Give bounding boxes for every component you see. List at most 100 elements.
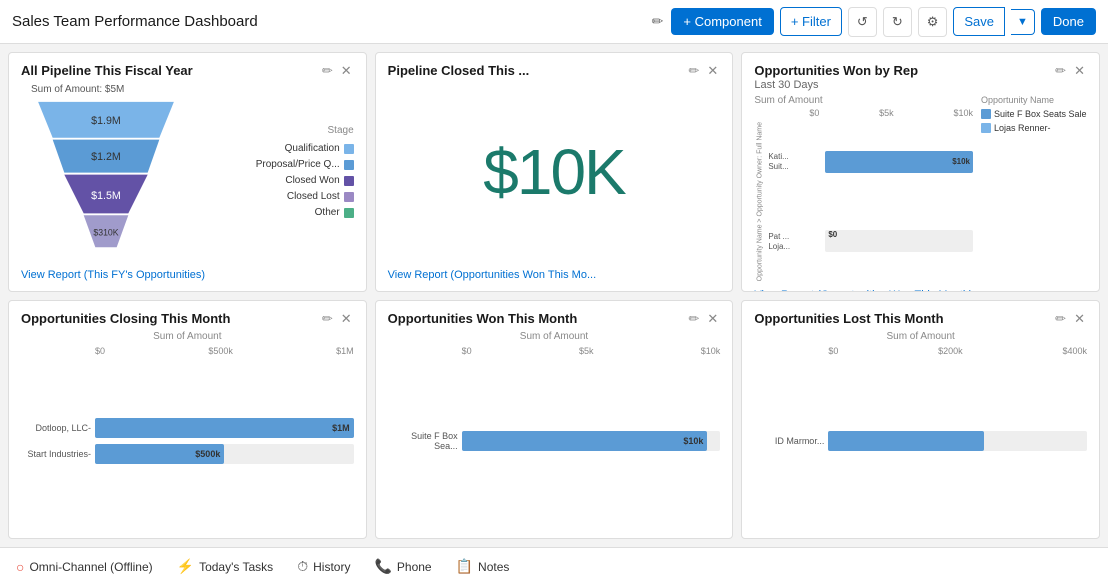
bar-row: Pat ... Loja... $0 [768,230,973,252]
bar-value: $10k [683,436,703,446]
bar-fill: $10k [825,151,973,173]
done-button[interactable]: Done [1041,8,1096,35]
sum-label: Sum of Amount [21,331,354,342]
funnel-chart-svg: $1.9M $1.2M $1.5M $310K [21,97,191,257]
x-0: $0 [95,346,105,356]
footer-omni-channel[interactable]: ○ Omni-Channel (Offline) [16,559,153,575]
y-axis-label: Opportunity Name > Opportunity Owner: Fu… [754,122,766,281]
legend-proposal: Proposal/Price Q... [219,159,354,170]
bar-row: Dotloop, LLC- $1M [21,418,354,438]
bar-fill: $500k [95,444,224,464]
opp-won-by-rep-widget: Opportunities Won by Rep Last 30 Days ✏ … [741,52,1100,292]
legend-item-1: Suite F Box Seats Sale [981,109,1087,119]
bar-chart-area: Dotloop, LLC- $1M Start Industries- $500… [21,360,354,529]
bar-fill [828,431,983,451]
omni-channel-icon: ○ [16,559,24,575]
bar-row: Suite F Box Sea... $10k [388,431,721,451]
x-axis-5k: $5k [879,108,894,118]
footer-notes[interactable]: 📋 Notes [456,558,510,575]
legend-title: Opportunity Name [981,95,1087,105]
legend-closed-won: Closed Won [219,175,354,186]
save-dropdown-button[interactable]: ▼ [1011,9,1035,35]
svg-text:$1.5M: $1.5M [91,190,121,202]
legend-label: Lojas Renner- [994,123,1051,133]
sum-label: Sum of Amount [388,331,721,342]
bar-chart: Sum of Amount $0 $5k $10k Suite F Box Se… [388,331,721,529]
redo-button[interactable]: ↻ [883,7,912,37]
legend-label: Closed Lost [287,191,340,202]
history-icon: ⏱ [297,558,308,575]
bar-track [828,431,1087,451]
edit-widget-button[interactable]: ✏ [320,63,335,79]
edit-icon[interactable]: ✏ [652,13,664,30]
legend-label: Closed Won [285,175,339,186]
widget-actions: ✏ ✕ [320,63,354,79]
close-widget-button[interactable]: ✕ [1072,63,1087,79]
phone-label: Phone [397,560,432,574]
widget-title: Opportunities Closing This Month [21,311,230,326]
row-label-2: Suit... [768,162,823,171]
widget-title: Opportunities Lost This Month [754,311,943,326]
footer-history[interactable]: ⏱ History [297,558,350,575]
x-400k: $400k [1062,346,1087,356]
close-widget-button[interactable]: ✕ [705,311,720,327]
svg-text:$1.2M: $1.2M [91,151,121,163]
edit-widget-button[interactable]: ✏ [687,311,702,327]
legend-label: Proposal/Price Q... [256,159,340,170]
widget-actions: ✏ ✕ [687,311,721,327]
dashboard-grid: All Pipeline This Fiscal Year ✏ ✕ Sum of… [0,44,1108,547]
legend-color-dot [344,176,354,186]
notes-label: Notes [478,560,509,574]
footer-bar: ○ Omni-Channel (Offline) ⚡ Today's Tasks… [0,547,1108,585]
bar-row: Kati... Suit... $10k [768,151,973,173]
bar-value: $1M [332,423,350,433]
view-report-link[interactable]: View Report (This FY's Opportunities) [21,269,205,281]
footer-todays-tasks[interactable]: ⚡ Today's Tasks [177,558,274,575]
sum-label: Sum of Amount [754,331,1087,342]
save-button[interactable]: Save [953,7,1005,36]
header: Sales Team Performance Dashboard ✏ + Com… [0,0,1108,44]
add-component-button[interactable]: + Component [671,8,773,35]
legend-item-2: Lojas Renner- [981,123,1087,133]
bar-fill: $1M [95,418,354,438]
view-report-link[interactable]: View Report (Opportunities Won This Mont… [754,289,972,291]
close-widget-button[interactable]: ✕ [1072,311,1087,327]
header-actions: + Component + Filter ↺ ↻ ⚙ Save ▼ Done [671,7,1096,37]
close-widget-button[interactable]: ✕ [339,311,354,327]
x-200k: $200k [938,346,963,356]
edit-widget-button[interactable]: ✏ [320,311,335,327]
legend-label: Other [315,207,340,218]
widget-title: Pipeline Closed This ... [388,63,530,78]
edit-widget-button[interactable]: ✏ [1053,311,1068,327]
edit-widget-button[interactable]: ✏ [687,63,702,79]
close-widget-button[interactable]: ✕ [705,63,720,79]
filter-button[interactable]: + Filter [780,7,842,36]
footer-phone[interactable]: 📞 Phone [374,558,431,575]
bar-chart-area: ID Marmor... [754,360,1087,529]
edit-widget-button[interactable]: ✏ [1053,63,1068,79]
svg-text:$1.9M: $1.9M [91,115,121,127]
legend-label: Suite F Box Seats Sale [994,109,1087,119]
bar-track: $10k [825,151,973,173]
notes-icon: 📋 [456,558,473,575]
legend-color-dot [344,160,354,170]
tasks-icon: ⚡ [177,558,194,575]
x-0: $0 [828,346,838,356]
legend-dot [981,109,991,119]
widget-footer: View Report (Opportunities Won This Mont… [754,281,1087,291]
settings-button[interactable]: ⚙ [918,7,948,37]
dashboard-title: Sales Team Performance Dashboard [12,13,644,30]
undo-button[interactable]: ↺ [848,7,877,37]
row-label-2: Loja... [768,242,823,251]
widget-title: Opportunities Won by Rep [754,63,918,78]
legend-color-dot [344,208,354,218]
bar-chart-area: Suite F Box Sea... $10k [388,360,721,529]
bar-fill: $10k [462,431,708,451]
history-label: History [313,560,350,574]
x-10k: $10k [701,346,721,356]
widget-header: Pipeline Closed This ... ✏ ✕ [388,63,721,79]
legend-color-dot [344,192,354,202]
widget-footer: View Report (Opportunities Won This Mo..… [388,261,721,281]
close-widget-button[interactable]: ✕ [339,63,354,79]
view-report-link[interactable]: View Report (Opportunities Won This Mo..… [388,269,596,281]
